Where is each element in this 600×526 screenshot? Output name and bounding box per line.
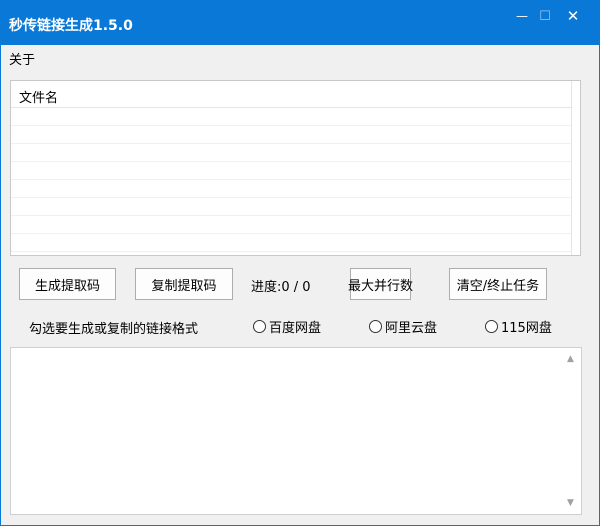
- minimize-icon: —: [516, 9, 528, 23]
- list-row: [11, 144, 571, 162]
- file-list-header: 文件名: [11, 81, 572, 108]
- close-button[interactable]: ✕: [558, 1, 588, 31]
- close-icon: ✕: [566, 7, 580, 25]
- radio-circle-icon: [485, 320, 498, 333]
- column-divider: [571, 107, 572, 255]
- radio-label: 百度网盘: [269, 321, 322, 336]
- radio-label: 115网盘: [501, 321, 552, 336]
- title-bar[interactable]: 秒传链接生成1.5.0 — ☐ ✕: [1, 1, 599, 45]
- menu-bar: 关于: [1, 45, 599, 68]
- menu-item-about[interactable]: 关于: [9, 49, 35, 68]
- radio-circle-icon: [253, 320, 266, 333]
- progress-label: 进度:0 / 0: [251, 280, 311, 295]
- column-header-end: [571, 81, 580, 107]
- radio-aliyun[interactable]: 阿里云盘: [369, 317, 437, 336]
- list-row: [11, 162, 571, 180]
- maximize-icon: ☐: [539, 8, 551, 24]
- radio-circle-icon: [369, 320, 382, 333]
- scroll-down-icon[interactable]: ▼: [567, 498, 574, 508]
- output-scrollbar[interactable]: ▲ ▼: [564, 348, 581, 514]
- radio-baidu[interactable]: 百度网盘: [253, 317, 321, 336]
- clear-stop-button[interactable]: 清空/终止任务: [449, 268, 547, 300]
- list-row: [11, 216, 571, 234]
- list-row: [11, 180, 571, 198]
- list-row: [11, 198, 571, 216]
- scroll-up-icon[interactable]: ▲: [567, 354, 574, 364]
- format-prompt: 勾选要生成或复制的链接格式: [29, 322, 199, 337]
- radio-115[interactable]: 115网盘: [485, 317, 552, 336]
- output-textarea[interactable]: ▲ ▼: [10, 347, 582, 515]
- radio-label: 阿里云盘: [385, 321, 438, 336]
- max-parallel-button[interactable]: 最大并行数: [348, 268, 413, 300]
- list-row: [11, 126, 571, 144]
- column-header-filename[interactable]: 文件名: [19, 87, 58, 106]
- copy-code-button[interactable]: 复制提取码: [135, 268, 233, 300]
- generate-code-button[interactable]: 生成提取码: [19, 268, 116, 300]
- list-row: [11, 234, 571, 252]
- file-list[interactable]: 文件名: [10, 80, 581, 256]
- app-window: 秒传链接生成1.5.0 — ☐ ✕ 关于 文件名 生成提取码 复制提取码 进度:…: [0, 0, 600, 526]
- list-row: [11, 108, 571, 126]
- maximize-button[interactable]: ☐: [530, 1, 560, 31]
- window-title: 秒传链接生成1.5.0: [9, 18, 133, 34]
